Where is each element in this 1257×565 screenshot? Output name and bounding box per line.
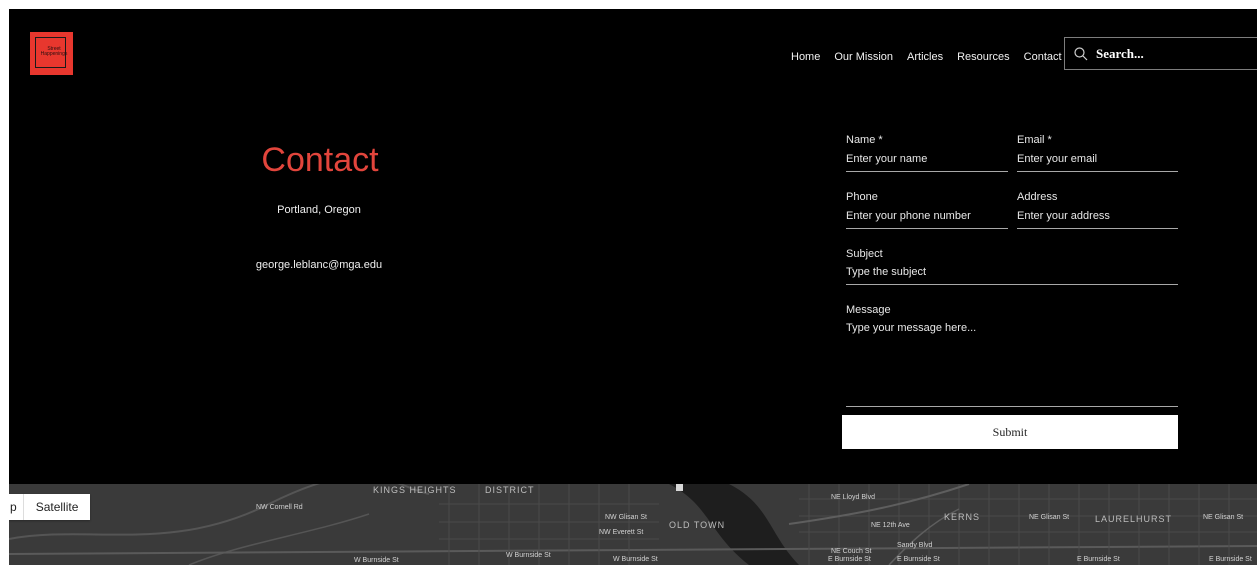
map-roads <box>9 484 1257 565</box>
map-label: NW Everett St <box>599 529 644 536</box>
main-nav: Home Our Mission Articles Resources Cont… <box>791 47 1076 67</box>
map-label: NE Glisan St <box>1203 514 1244 521</box>
map-label: NE Couch St <box>831 548 872 555</box>
nav-articles[interactable]: Articles <box>907 51 943 63</box>
logo-frame: Street Happenings <box>35 37 68 68</box>
address-field: Address <box>1017 191 1178 229</box>
phone-input[interactable] <box>846 203 1008 229</box>
map[interactable]: p Satellite KINGS HEIGHTS DISTRICT NW Co… <box>9 484 1257 565</box>
map-label: W Burnside St <box>506 552 551 559</box>
map-label: DISTRICT <box>485 485 535 495</box>
subject-input[interactable] <box>846 260 1178 285</box>
satellite-view-button[interactable]: Satellite <box>24 494 91 520</box>
nav-resources[interactable]: Resources <box>957 51 1010 63</box>
email-input[interactable] <box>1017 146 1178 172</box>
name-input[interactable] <box>846 146 1008 172</box>
message-input[interactable] <box>846 322 1178 407</box>
map-view-button[interactable]: p <box>9 494 24 520</box>
message-field: Message <box>846 304 1178 407</box>
map-label: E Burnside St <box>828 556 871 563</box>
address-input[interactable] <box>1017 203 1178 229</box>
subject-label: Subject <box>846 248 883 260</box>
submit-button[interactable]: Submit <box>842 415 1178 449</box>
search-input[interactable] <box>1096 45 1246 62</box>
map-label: E Burnside St <box>1077 556 1120 563</box>
map-label: KINGS HEIGHTS <box>373 485 457 495</box>
subject-field: Subject <box>846 248 1178 285</box>
nav-our-mission[interactable]: Our Mission <box>834 51 893 63</box>
map-label: OLD TOWN <box>669 520 726 530</box>
map-label: LAURELHURST <box>1095 514 1173 524</box>
page-title: Contact <box>261 141 379 179</box>
name-label: Name * <box>846 134 883 146</box>
search-box[interactable] <box>1064 37 1257 70</box>
email-label: Email * <box>1017 134 1052 146</box>
contact-email[interactable]: george.leblanc@mga.edu <box>234 259 404 271</box>
map-label: NW Glisan St <box>605 514 648 521</box>
map-label: NE Lloyd Blvd <box>831 494 875 501</box>
nav-home[interactable]: Home <box>791 51 820 63</box>
address-label: Address <box>1017 191 1058 203</box>
logo-text: Street Happenings <box>40 46 68 57</box>
map-label: W Burnside St <box>613 556 658 563</box>
map-label: E Burnside St <box>1209 556 1252 563</box>
map-type-control: p Satellite <box>9 494 91 520</box>
map-label: NW Cornell Rd <box>256 504 303 511</box>
map-label: NE Glisan St <box>1029 514 1070 521</box>
map-label: W Burnside St <box>354 557 399 564</box>
map-label: NE 12th Ave <box>871 522 910 529</box>
phone-field: Phone <box>846 191 1008 229</box>
site-logo[interactable]: Street Happenings <box>30 32 73 75</box>
name-field: Name * <box>846 134 1008 172</box>
email-field: Email * <box>1017 134 1178 172</box>
message-label: Message <box>846 304 891 316</box>
map-label: KERNS <box>944 512 981 522</box>
phone-label: Phone <box>846 191 878 203</box>
map-label: Sandy Blvd <box>897 542 933 549</box>
search-icon <box>1074 46 1088 60</box>
nav-contact[interactable]: Contact <box>1024 51 1062 63</box>
location-text: Portland, Oregon <box>277 204 361 216</box>
page-background: Street Happenings Home Our Mission Artic… <box>9 9 1257 565</box>
map-label: E Burnside St <box>897 556 940 563</box>
